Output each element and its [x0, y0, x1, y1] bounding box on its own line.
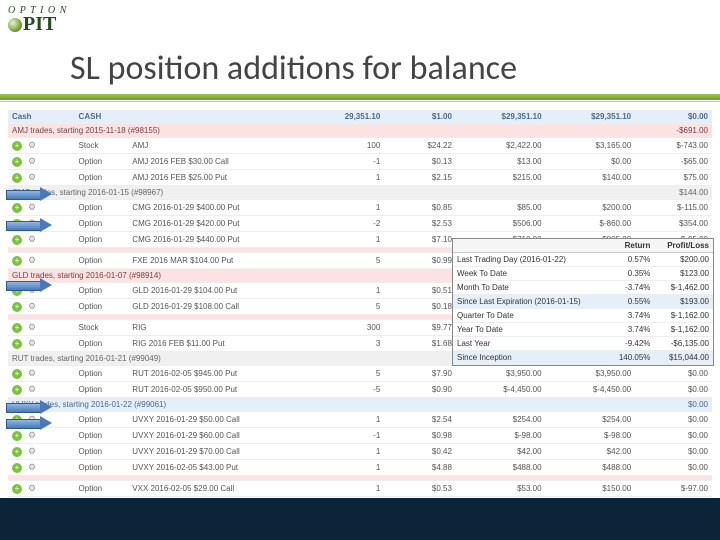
expand-icon[interactable]: + — [12, 385, 22, 395]
expand-icon[interactable]: + — [12, 302, 22, 312]
table-row: +⚙OptionAMJ 2016 FEB $25.00 Put1$2.15$21… — [8, 170, 712, 186]
hdr-col3: $1.00 — [384, 110, 456, 124]
arrow-icon — [6, 187, 52, 201]
footer — [0, 498, 720, 540]
metrics-panel: ReturnProfit/Loss Last Trading Day (2016… — [452, 238, 714, 366]
hdr-col0: Cash — [8, 110, 75, 124]
table-row: +⚙OptionUVXY 2016-02-05 $43.00 Put1$4.88… — [8, 460, 712, 476]
metrics-row: Month To Date-3.74%$-1,462.00 — [453, 281, 713, 295]
table-row: +⚙OptionRUT 2016-02-05 $950.00 Put-5$0.9… — [8, 382, 712, 398]
metrics-row: Since Inception140.05%$15,044.00 — [453, 351, 713, 365]
expand-icon[interactable]: + — [12, 369, 22, 379]
table-row: +⚙OptionUVXY 2016-01-29 $70.00 Call1$0.4… — [8, 444, 712, 460]
table-row: +⚙OptionAMJ 2016 FEB $30.00 Call-1$0.13$… — [8, 154, 712, 170]
expand-icon[interactable]: + — [12, 484, 22, 494]
expand-icon[interactable]: + — [12, 463, 22, 473]
header-row: Cash CASH 29,351.10 $1.00 $29,351.10 $29… — [8, 110, 712, 124]
gear-icon[interactable]: ⚙ — [28, 430, 36, 440]
table-row: +⚙OptionCMG 2016-01-29 $400.00 Put1$0.85… — [8, 200, 712, 216]
group-amj: AMJ trades, starting 2015-11-18 (#98155)… — [8, 124, 712, 138]
logo-dot-icon — [8, 18, 22, 32]
hdr-col6: $0.00 — [635, 110, 712, 124]
expand-icon[interactable]: + — [12, 339, 22, 349]
group-cmg: CMG trades, starting 2016-01-15 (#98967)… — [8, 186, 712, 200]
expand-icon[interactable]: + — [12, 157, 22, 167]
gear-icon[interactable]: ⚙ — [28, 446, 36, 456]
metrics-row: Last Trading Day (2016-01-22)0.57%$200.0… — [453, 253, 713, 267]
metrics-row: Quarter To Date3.74%$-1,162.00 — [453, 309, 713, 323]
expand-icon[interactable]: + — [12, 256, 22, 266]
table-row: +⚙OptionCMG 2016-01-29 $420.00 Put-2$2.5… — [8, 216, 712, 232]
gear-icon[interactable]: ⚙ — [28, 255, 36, 265]
logo-line2: PIT — [8, 16, 67, 33]
gear-icon[interactable]: ⚙ — [28, 462, 36, 472]
metrics-row: Year To Date3.74%$-1,162.00 — [453, 323, 713, 337]
expand-icon[interactable]: + — [12, 203, 22, 213]
table-row: +⚙OptionUVXY 2016-01-29 $50.00 Call1$2.5… — [8, 412, 712, 428]
metrics-row: Week To Date0.35%$123.00 — [453, 267, 713, 281]
metrics-header: ReturnProfit/Loss — [453, 239, 713, 253]
expand-icon[interactable]: + — [12, 323, 22, 333]
gear-icon[interactable]: ⚙ — [28, 202, 36, 212]
arrow-icon — [6, 218, 52, 232]
table-row: +⚙OptionRUT 2016-02-05 $945.00 Put5$7.90… — [8, 366, 712, 382]
expand-icon[interactable]: + — [12, 431, 22, 441]
divider-thick — [0, 94, 720, 100]
hdr-col2: 29,351.10 — [333, 110, 384, 124]
table-row: +⚙OptionVXX 2016-02-05 $29.00 Call1$0.53… — [8, 481, 712, 497]
gear-icon[interactable]: ⚙ — [28, 384, 36, 394]
gear-icon[interactable]: ⚙ — [28, 322, 36, 332]
slide: O P T I O N PIT SL position additions fo… — [0, 0, 720, 540]
metrics-row: Last Year-9.42%-$6,135.00 — [453, 337, 713, 351]
expand-icon[interactable]: + — [12, 141, 22, 151]
gear-icon[interactable]: ⚙ — [28, 172, 36, 182]
arrow-icon — [6, 416, 52, 430]
gear-icon[interactable]: ⚙ — [28, 483, 36, 493]
expand-icon[interactable]: + — [12, 447, 22, 457]
arrow-icon — [6, 278, 52, 292]
gear-icon[interactable]: ⚙ — [28, 338, 36, 348]
group-uvxy: UVXY trades, starting 2016-01-22 (#99061… — [8, 398, 712, 412]
gear-icon[interactable]: ⚙ — [28, 368, 36, 378]
gear-icon[interactable]: ⚙ — [28, 301, 36, 311]
gear-icon[interactable]: ⚙ — [28, 156, 36, 166]
arrow-icon — [6, 400, 52, 414]
gear-icon[interactable]: ⚙ — [28, 140, 36, 150]
expand-icon[interactable]: + — [12, 235, 22, 245]
metrics-row: Since Last Expiration (2016-01-15)0.55%$… — [453, 295, 713, 309]
hdr-col1: CASH — [75, 110, 129, 124]
expand-icon[interactable]: + — [12, 173, 22, 183]
hdr-col5: $29,351.10 — [546, 110, 636, 124]
divider-thin — [0, 101, 720, 102]
slide-title: SL position additions for balance — [70, 48, 517, 89]
logo: O P T I O N PIT — [8, 6, 67, 33]
table-row: +⚙OptionUVXY 2016-01-29 $60.00 Call-1$0.… — [8, 428, 712, 444]
table-row: +⚙StockAMJ100$24.22$2,422.00$3,165.00$-7… — [8, 138, 712, 154]
hdr-col4: $29,351.10 — [456, 110, 546, 124]
gear-icon[interactable]: ⚙ — [28, 234, 36, 244]
